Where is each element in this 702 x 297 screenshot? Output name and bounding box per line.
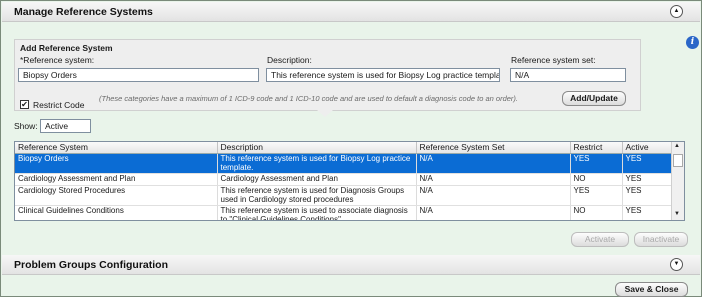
cell-description: Cardiology Assessment and Plan: [217, 173, 417, 186]
cell-active: YES: [622, 205, 673, 220]
panel-title: Add Reference System: [20, 43, 113, 53]
cell-reference-system: Biopsy Orders: [15, 153, 218, 174]
table-row[interactable]: Biopsy Orders This reference system is u…: [15, 153, 673, 174]
chevron-down-icon[interactable]: ▼: [670, 258, 683, 271]
restrict-code-label: Restrict Code: [33, 100, 85, 110]
reference-system-set-input[interactable]: N/A: [510, 68, 626, 82]
cell-restrict: NO: [570, 173, 623, 186]
show-filter-select[interactable]: Active: [40, 119, 91, 133]
save-and-close-button[interactable]: Save & Close: [615, 282, 688, 297]
reference-system-label: *Reference system:: [20, 55, 95, 65]
cell-reference-system: Clinical Guidelines Conditions: [15, 205, 218, 220]
reference-system-set-label: Reference system set:: [511, 55, 596, 65]
activate-button[interactable]: Activate: [571, 232, 629, 247]
reference-system-input[interactable]: Biopsy Orders: [18, 68, 259, 82]
table-header-row: Reference System Description Reference S…: [15, 142, 673, 154]
cell-active: YES: [622, 173, 673, 186]
cell-restrict: YES: [570, 153, 623, 174]
cell-active: YES: [622, 153, 673, 174]
reference-systems-table: Reference System Description Reference S…: [14, 141, 685, 221]
table-row[interactable]: Cardiology Stored Procedures This refere…: [15, 185, 673, 206]
cell-description: This reference system is used for Diagno…: [217, 185, 417, 206]
dialog-frame: Manage Reference Systems ▲ i Add Referen…: [0, 0, 702, 297]
column-header[interactable]: Active: [622, 142, 673, 154]
panel-pointer: [317, 110, 333, 117]
show-label: Show:: [14, 121, 38, 131]
cell-description: This reference system is used to associa…: [217, 205, 417, 220]
cell-reference-system-set: N/A: [416, 173, 571, 186]
scroll-down-icon[interactable]: ▼: [674, 211, 680, 217]
cell-reference-system-set: N/A: [416, 205, 571, 220]
column-header[interactable]: Reference System Set: [416, 142, 571, 154]
reference-systems-header[interactable]: Manage Reference Systems ▲: [2, 2, 700, 22]
description-input[interactable]: This reference system is used for Biopsy…: [266, 68, 500, 82]
cell-restrict: YES: [570, 185, 623, 206]
cell-restrict: NO: [570, 205, 623, 220]
problem-groups-header[interactable]: Problem Groups Configuration ▼: [2, 255, 700, 275]
cell-reference-system-set: N/A: [416, 153, 571, 174]
cell-reference-system: Cardiology Assessment and Plan: [15, 173, 218, 186]
section-title: Manage Reference Systems: [14, 6, 153, 18]
cell-reference-system-set: N/A: [416, 185, 571, 206]
scroll-up-icon[interactable]: ▲: [674, 143, 680, 149]
column-header[interactable]: Description: [217, 142, 417, 154]
cell-active: YES: [622, 185, 673, 206]
description-label: Description:: [267, 55, 312, 65]
section-title: Problem Groups Configuration: [14, 259, 168, 271]
chevron-up-icon[interactable]: ▲: [670, 5, 683, 18]
inactivate-button[interactable]: Inactivate: [634, 232, 688, 247]
cell-description: This reference system is used for Biopsy…: [217, 153, 417, 174]
hint-text: (These categories have a maximum of 1 IC…: [99, 94, 518, 103]
cell-reference-system: Cardiology Stored Procedures: [15, 185, 218, 206]
column-header[interactable]: Restrict: [570, 142, 623, 154]
restrict-code-checkbox[interactable]: ✔: [20, 100, 29, 109]
info-icon[interactable]: i: [686, 36, 699, 49]
table-scrollbar[interactable]: ▲ ▼: [671, 142, 684, 220]
scrollbar-thumb[interactable]: [673, 154, 683, 167]
table-row[interactable]: Cardiology Assessment and Plan Cardiolog…: [15, 173, 673, 186]
add-update-button[interactable]: Add/Update: [562, 91, 626, 106]
column-header[interactable]: Reference System: [15, 142, 218, 154]
table-row[interactable]: Clinical Guidelines Conditions This refe…: [15, 205, 673, 220]
